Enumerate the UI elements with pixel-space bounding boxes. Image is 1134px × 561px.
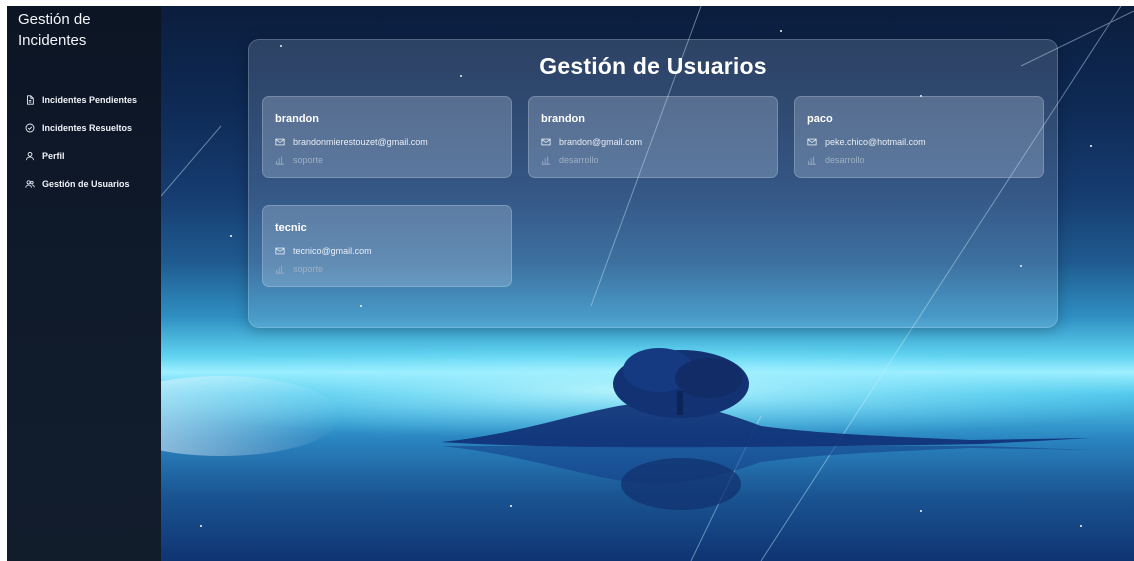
file-icon bbox=[24, 95, 35, 106]
sidebar-item-label: Incidentes Resueltos bbox=[42, 123, 133, 133]
app-brand: Gestión de Incidentes bbox=[18, 11, 91, 49]
mail-icon bbox=[541, 137, 551, 147]
user-name: brandon bbox=[541, 113, 585, 125]
user-role-row: soporte bbox=[275, 155, 323, 165]
user-role: desarrollo bbox=[559, 155, 599, 165]
bar-chart-icon bbox=[275, 155, 285, 165]
sidebar-item-incidentes-resueltos[interactable]: Incidentes Resueltos bbox=[7, 114, 161, 142]
user-role: soporte bbox=[293, 264, 324, 274]
user-email: tecnico@gmail.com bbox=[293, 246, 372, 256]
app-window: Gestión de Incidentes Incidentes Pendien… bbox=[7, 6, 1134, 561]
mail-icon bbox=[807, 137, 817, 147]
user-name: tecnic bbox=[275, 222, 307, 234]
sidebar-item-perfil[interactable]: Perfil bbox=[7, 142, 161, 170]
page-title: Gestión de Usuarios bbox=[539, 53, 767, 79]
sidebar: Gestión de Incidentes Incidentes Pendien… bbox=[7, 6, 161, 561]
user-email-row: brandon@gmail.com bbox=[541, 137, 642, 147]
user-email: brandon@gmail.com bbox=[559, 137, 643, 147]
user-email-row: brandonmierestouzet@gmail.com bbox=[275, 137, 428, 147]
main-content: Gestión de Usuarios brandon brandonmiere… bbox=[161, 6, 1134, 561]
user-email-row: tecnico@gmail.com bbox=[275, 246, 372, 256]
sidebar-item-label: Gestión de Usuarios bbox=[42, 179, 130, 189]
bar-chart-icon bbox=[275, 264, 285, 274]
user-role-row: desarrollo bbox=[541, 155, 599, 165]
sidebar-item-incidentes-pendientes[interactable]: Incidentes Pendientes bbox=[7, 86, 161, 114]
user-role: desarrollo bbox=[825, 155, 865, 165]
user-email: peke.chico@hotmail.com bbox=[825, 137, 926, 147]
user-name: paco bbox=[807, 113, 833, 125]
sidebar-item-gestion-usuarios[interactable]: Gestión de Usuarios bbox=[7, 170, 161, 198]
user-card[interactable]: brandon brandonmierestouzet@gmail.com so… bbox=[262, 96, 512, 178]
mail-icon bbox=[275, 137, 285, 147]
check-circle-icon bbox=[24, 123, 35, 134]
user-role-row: soporte bbox=[275, 264, 323, 274]
user-email-row: peke.chico@hotmail.com bbox=[807, 137, 926, 147]
user-name: brandon bbox=[275, 113, 319, 125]
bar-chart-icon bbox=[807, 155, 817, 165]
user-card[interactable]: paco peke.chico@hotmail.com desarrollo bbox=[794, 96, 1044, 178]
user-role-row: desarrollo bbox=[807, 155, 865, 165]
users-icon bbox=[24, 179, 35, 190]
user-icon bbox=[24, 151, 35, 162]
user-card[interactable]: brandon brandon@gmail.com desarrollo bbox=[528, 96, 778, 178]
user-role: soporte bbox=[293, 155, 324, 165]
mail-icon bbox=[275, 246, 285, 256]
sidebar-nav: Incidentes Pendientes Incidentes Resuelt… bbox=[7, 86, 161, 198]
bar-chart-icon bbox=[541, 155, 551, 165]
users-panel: Gestión de Usuarios brandon brandonmiere… bbox=[248, 39, 1058, 328]
user-email: brandonmierestouzet@gmail.com bbox=[293, 137, 428, 147]
sidebar-item-label: Perfil bbox=[42, 151, 65, 161]
user-card[interactable]: tecnic tecnico@gmail.com soporte bbox=[262, 205, 512, 287]
sidebar-item-label: Incidentes Pendientes bbox=[42, 95, 138, 105]
